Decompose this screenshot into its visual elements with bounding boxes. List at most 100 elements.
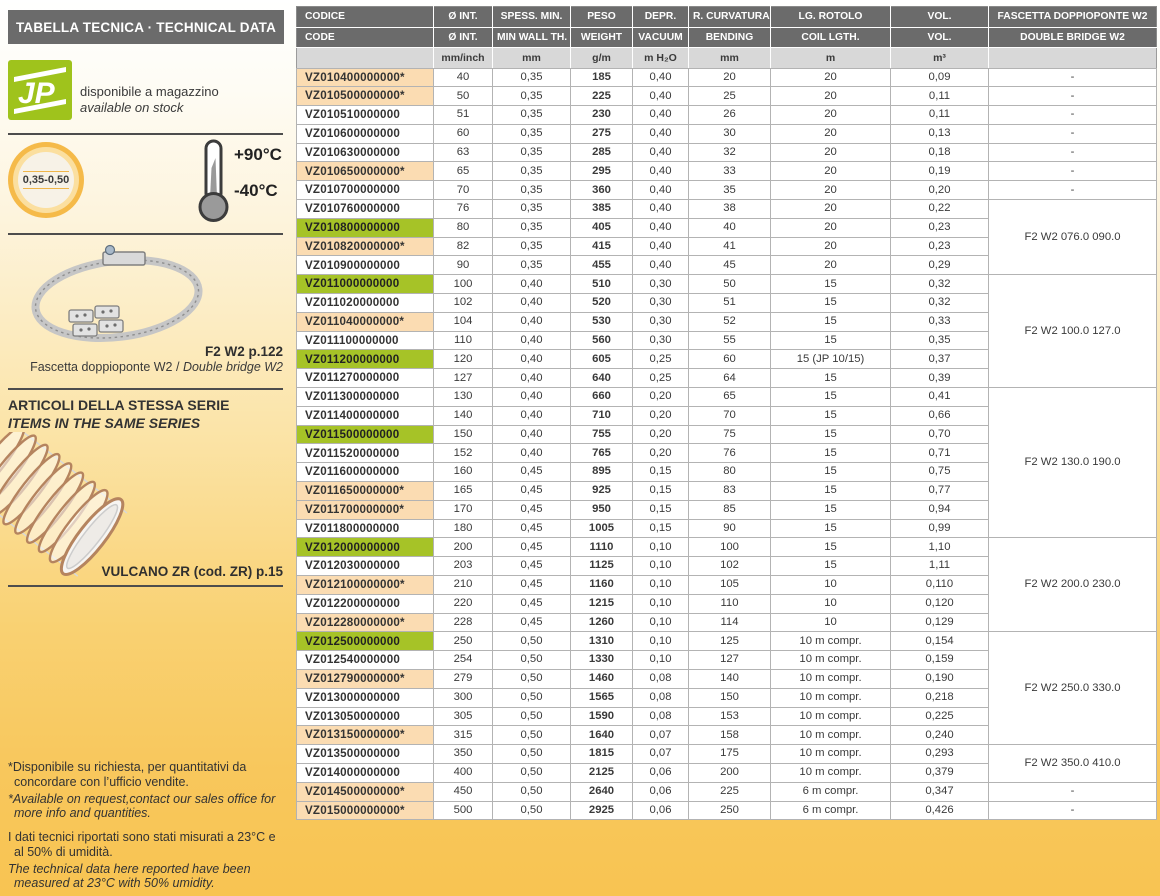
value-cell: 0,40 [633,181,689,200]
value-cell: 0,50 [493,726,571,745]
value-cell: 10 m compr. [771,651,891,670]
value-cell: 0,50 [493,801,571,820]
value-cell: 85 [689,500,771,519]
value-cell: 0,154 [891,632,989,651]
value-cell: 152 [434,444,493,463]
value-cell: 63 [434,143,493,162]
col-header-vacuum: VACUUM [633,27,689,48]
value-cell: 185 [571,68,633,87]
value-cell: 0,07 [633,745,689,764]
value-cell: 0,11 [891,106,989,125]
value-cell: 925 [571,482,633,501]
value-cell: 20 [771,256,891,275]
value-cell: 10 m compr. [771,632,891,651]
value-cell: 0,08 [633,688,689,707]
value-cell: 605 [571,350,633,369]
wall-thickness-icon: 0,35-0,50 [8,142,84,218]
value-cell: 0,40 [633,68,689,87]
code-cell: VZ013500000000 [297,745,434,764]
table-row: VZ0113000000001300,406600,2065150,41F2 W… [297,388,1157,407]
value-cell: 0,35 [493,68,571,87]
value-cell: 0,379 [891,763,989,782]
col-header-coil: COIL LGTH. [771,27,891,48]
value-cell: 0,08 [633,707,689,726]
thermometer-icon [196,138,232,222]
value-cell: 20 [771,106,891,125]
value-cell: 0,50 [493,745,571,764]
value-cell: 0,18 [891,143,989,162]
unit-cell: mm [689,48,771,69]
value-cell: 32 [689,143,771,162]
unit-cell [989,48,1157,69]
table-row: VZ010600000000600,352750,4030200,13- [297,124,1157,143]
series-item-reference: VULCANO ZR (cod. ZR) p.15 [102,564,284,579]
units-row: mm/inch mm g/m m H₂O mm m m³ [297,48,1157,69]
value-cell: 0,293 [891,745,989,764]
col-header-weight: WEIGHT [571,27,633,48]
value-cell: 0,40 [633,87,689,106]
code-cell: VZ011200000000 [297,350,434,369]
value-cell: 415 [571,237,633,256]
value-cell: 10 [771,594,891,613]
value-cell: 0,06 [633,782,689,801]
value-cell: 0,29 [891,256,989,275]
jp-stock-icon: JP [8,60,72,120]
technical-data-table: CODICE Ø INT. SPESS. MIN. PESO DEPR. R. … [296,6,1156,820]
value-cell: 0,40 [493,369,571,388]
clamp-reference-cell: - [989,143,1157,162]
value-cell: 0,40 [493,425,571,444]
value-cell: 0,32 [891,275,989,294]
value-cell: 0,50 [493,688,571,707]
col-header-vol-en: VOL. [891,27,989,48]
value-cell: 250 [434,632,493,651]
value-cell: 0,35 [493,162,571,181]
code-cell: VZ011100000000 [297,331,434,350]
code-cell: VZ011020000000 [297,294,434,313]
value-cell: 0,70 [891,425,989,444]
value-cell: 203 [434,557,493,576]
value-cell: 225 [571,87,633,106]
value-cell: 0,45 [493,519,571,538]
value-cell: 0,94 [891,500,989,519]
value-cell: 0,39 [891,369,989,388]
value-cell: 360 [571,181,633,200]
value-cell: 0,06 [633,763,689,782]
value-cell: 20 [771,237,891,256]
table-row: VZ0120000000002000,4511100,10100151,10F2… [297,538,1157,557]
code-cell: VZ011300000000 [297,388,434,407]
value-cell: 0,66 [891,406,989,425]
code-cell: VZ013000000000 [297,688,434,707]
value-cell: 100 [434,275,493,294]
value-cell: 0,40 [633,256,689,275]
value-cell: 1,11 [891,557,989,576]
value-cell: 0,347 [891,782,989,801]
value-cell: 51 [434,106,493,125]
value-cell: 0,20 [633,388,689,407]
value-cell: 0,218 [891,688,989,707]
table-row: VZ014500000000*4500,5026400,062256 m com… [297,782,1157,801]
code-cell: VZ012000000000 [297,538,434,557]
value-cell: 1260 [571,613,633,632]
value-cell: 102 [689,557,771,576]
code-cell: VZ011800000000 [297,519,434,538]
series-section-title: ARTICOLI DELLA STESSA SERIE ITEMS IN THE… [8,396,229,432]
value-cell: 0,240 [891,726,989,745]
value-cell: 0,40 [493,406,571,425]
value-cell: 0,40 [493,350,571,369]
value-cell: 127 [689,651,771,670]
value-cell: 450 [434,782,493,801]
value-cell: 2125 [571,763,633,782]
value-cell: 0,15 [633,463,689,482]
value-cell: 0,23 [891,218,989,237]
value-cell: 15 [771,519,891,538]
col-header-curvatura: R. CURVATURA [689,7,771,28]
value-cell: 0,10 [633,594,689,613]
code-cell: VZ013150000000* [297,726,434,745]
value-cell: 65 [434,162,493,181]
stock-availability: disponibile a magazzino available on sto… [80,84,219,117]
value-cell: 15 [771,500,891,519]
value-cell: 350 [434,745,493,764]
value-cell: 0,41 [891,388,989,407]
value-cell: 385 [571,200,633,219]
value-cell: 0,50 [493,707,571,726]
